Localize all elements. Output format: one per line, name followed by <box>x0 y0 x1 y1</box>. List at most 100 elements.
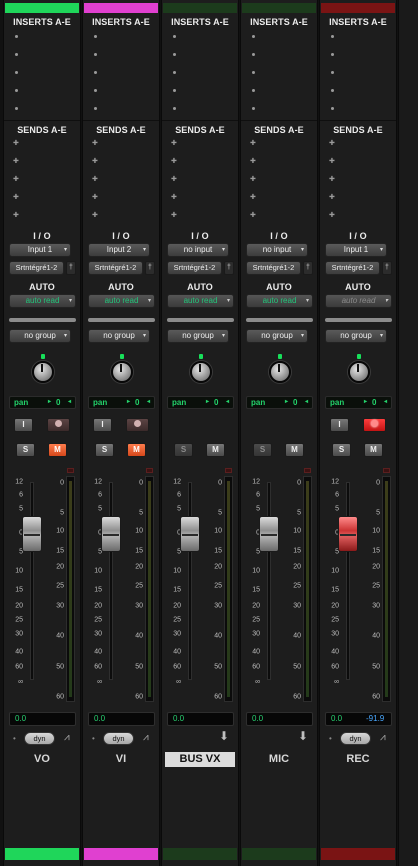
fader-scale-label: 5 <box>19 505 23 513</box>
chevron-down-icon: ▾ <box>379 247 383 253</box>
timebase-icon: • <box>92 734 95 743</box>
meter-scale-label: 25 <box>372 582 380 590</box>
fader-line <box>340 534 356 536</box>
meter-scale-label: 20 <box>56 563 64 571</box>
fader-scale-label: 12 <box>331 478 339 486</box>
volume-fader[interactable] <box>22 516 42 552</box>
peak-value: -91.9 <box>366 714 385 723</box>
chevron-down-icon: ▾ <box>142 333 146 339</box>
fader-scale-label: 15 <box>94 586 102 594</box>
output-pin-icon[interactable]: † <box>145 261 155 275</box>
track-color-bar-bottom <box>5 848 79 860</box>
clip-indicator[interactable] <box>67 468 74 473</box>
volume-fader[interactable] <box>180 516 200 552</box>
waveform-icon[interactable]: ⩘ <box>64 733 70 743</box>
pan-led-icon <box>357 354 361 359</box>
volume-readout[interactable]: 0.0 <box>88 712 155 726</box>
fader-scale-label: 25 <box>94 616 102 624</box>
volume-fader[interactable] <box>338 516 358 552</box>
meter-fill <box>69 481 72 697</box>
fader-line <box>103 534 119 536</box>
dyn-button[interactable]: dyn <box>103 732 134 745</box>
fader-scale-label: 30 <box>252 630 260 638</box>
meter-scale-label: 30 <box>214 602 222 610</box>
fader-scale-label: 15 <box>331 586 339 594</box>
chevron-down-icon: ▾ <box>142 247 146 253</box>
channel-strip-rec: INSERTS A-E SENDS A-E ✚ ✚ ✚ ✚ ✚ I / O Input 1 ▾ Sr… <box>319 0 397 866</box>
fader-scale-label: 6 <box>335 491 339 499</box>
fader-scale-label: 12 <box>94 478 102 486</box>
output-pin-icon[interactable]: † <box>382 261 392 275</box>
input-value: Input 1 <box>343 245 369 254</box>
volume-readout[interactable]: 0.0 <box>9 712 76 726</box>
fader-line <box>182 534 198 536</box>
pan-led-icon <box>199 354 203 359</box>
chevron-down-icon: ▾ <box>63 247 67 253</box>
volume-fader[interactable] <box>101 516 121 552</box>
fader-scale-label: 6 <box>98 491 102 499</box>
level-meter <box>145 476 154 702</box>
volume-readout[interactable]: 0.0 <box>246 712 313 726</box>
fader-scale-label: ∞ <box>176 678 181 686</box>
meter-scale-label: 40 <box>56 632 64 640</box>
output-pin-icon[interactable]: † <box>66 261 76 275</box>
volume-fader[interactable] <box>259 516 279 552</box>
fader-scale-label: 12 <box>15 478 23 486</box>
fader-scale: 12650510152025304060∞ <box>165 0 183 866</box>
clip-indicator[interactable] <box>225 468 232 473</box>
meter-scale-label: 60 <box>214 693 222 701</box>
fader-scale-label: 40 <box>94 648 102 656</box>
fader-track[interactable] <box>30 482 34 680</box>
meter-scale-label: 60 <box>293 693 301 701</box>
volume-readout[interactable]: 0.0 <box>167 712 234 726</box>
level-meter <box>303 476 312 702</box>
meter-scale-label: 0 <box>297 479 301 487</box>
track-name[interactable]: VI <box>86 752 156 767</box>
meter-fill <box>148 481 151 697</box>
track-name[interactable]: MIC <box>244 752 314 767</box>
fader-track[interactable] <box>346 482 350 680</box>
chevron-down-icon: ▾ <box>68 298 72 304</box>
fader-scale-label: 10 <box>331 567 339 575</box>
track-color-bar-bottom <box>163 848 237 860</box>
fader-scale-label: 6 <box>177 491 181 499</box>
channel-strip-bus-vx: INSERTS A-E SENDS A-E ✚ ✚ ✚ ✚ ✚ I / Ono input ▾ S… <box>161 0 239 866</box>
waveform-icon[interactable]: ⩘ <box>143 733 149 743</box>
track-name[interactable]: REC <box>323 752 393 767</box>
level-meter <box>66 476 75 702</box>
meter-scale-label: 50 <box>293 663 301 671</box>
meter-scale-label: 25 <box>293 582 301 590</box>
timebase-icon: • <box>13 734 16 743</box>
clip-indicator[interactable] <box>146 468 153 473</box>
fader-scale-label: 20 <box>252 602 260 610</box>
fader-track[interactable] <box>109 482 113 680</box>
fader-scale-label: 60 <box>331 663 339 671</box>
output-pin-icon[interactable]: † <box>224 261 234 275</box>
fader-scale-label: 5 <box>177 505 181 513</box>
fader-scale-label: 20 <box>331 602 339 610</box>
track-name[interactable]: BUS VX <box>165 752 235 767</box>
fader-scale-label: 15 <box>252 586 260 594</box>
output-pin-icon[interactable]: † <box>303 261 313 275</box>
arrow-down-icon[interactable]: ⬇ <box>298 730 308 742</box>
clip-indicator[interactable] <box>383 468 390 473</box>
clip-indicator[interactable] <box>304 468 311 473</box>
dyn-button[interactable]: dyn <box>340 732 371 745</box>
meter-fill <box>227 481 230 697</box>
chevron-down-icon: ▾ <box>63 333 67 339</box>
meter-scale-label: 60 <box>135 693 143 701</box>
fader-scale-label: 30 <box>15 630 23 638</box>
waveform-icon[interactable]: ⩘ <box>380 733 386 743</box>
meter-scale-label: 5 <box>60 509 64 517</box>
track-name[interactable]: VO <box>7 752 77 767</box>
fader-track[interactable] <box>188 482 192 680</box>
volume-readout[interactable]: 0.0 -91.9 <box>325 712 392 726</box>
chevron-down-icon: ▾ <box>379 333 383 339</box>
volume-value: 0.0 <box>331 714 343 723</box>
meter-scale-label: 5 <box>297 509 301 517</box>
arrow-down-icon[interactable]: ⬇ <box>219 730 229 742</box>
fader-track[interactable] <box>267 482 271 680</box>
timebase-icon: • <box>329 734 332 743</box>
dyn-button[interactable]: dyn <box>24 732 55 745</box>
mixer-scroll-edge[interactable] <box>398 0 418 866</box>
